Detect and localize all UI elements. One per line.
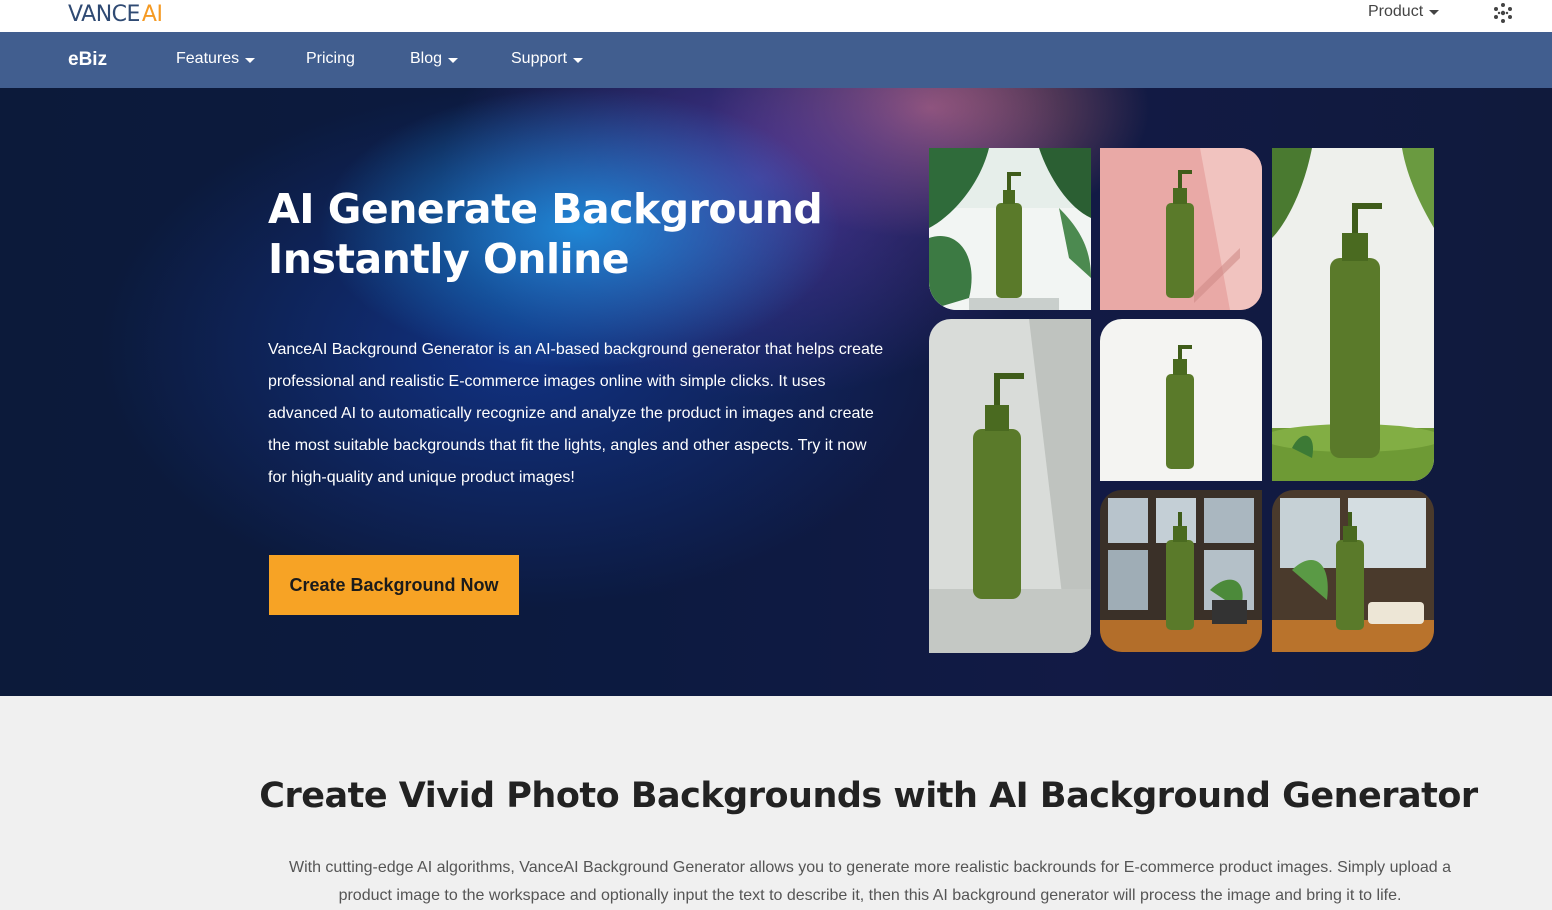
- hero-section: AI Generate Background Instantly Online …: [0, 88, 1552, 696]
- sample-image-grey: [929, 319, 1091, 653]
- chevron-down-icon: [573, 57, 584, 63]
- nav-support[interactable]: Support: [511, 50, 584, 68]
- vanceai-logo[interactable]: VANCE AI: [68, 0, 163, 28]
- nav-features-label: Features: [176, 50, 240, 67]
- sample-image-white: [1100, 319, 1262, 481]
- nav-blog[interactable]: Blog: [410, 50, 459, 68]
- chevron-down-icon: [1429, 9, 1440, 15]
- section-title: Create Vivid Photo Backgrounds with AI B…: [259, 776, 1478, 816]
- hero-title: AI Generate Background Instantly Online: [268, 184, 868, 284]
- nav-blog-label: Blog: [410, 50, 443, 67]
- hero-description: VanceAI Background Generator is an AI-ba…: [268, 341, 884, 486]
- sample-image-grass: [1272, 148, 1434, 481]
- ebiz-brand[interactable]: eBiz: [68, 49, 107, 71]
- logo-text: VANCE: [68, 1, 140, 27]
- sample-image-leaves: [929, 148, 1091, 310]
- create-background-button[interactable]: Create Background Now: [269, 555, 519, 615]
- logo-accent-text: AI: [141, 1, 163, 27]
- sample-image-pink: [1100, 148, 1262, 310]
- product-menu[interactable]: Product: [1368, 2, 1440, 22]
- chevron-down-icon: [448, 57, 459, 63]
- main-nav: eBiz Features Pricing Blog Support: [0, 32, 1552, 88]
- nav-pricing-label: Pricing: [306, 50, 355, 67]
- nav-support-label: Support: [511, 50, 568, 67]
- features-section: Create Vivid Photo Backgrounds with AI B…: [0, 696, 1552, 908]
- sample-image-towels: [1272, 490, 1434, 652]
- section-description: With cutting-edge AI algorithms, VanceAI…: [288, 859, 1452, 904]
- apps-grid-icon[interactable]: [1492, 2, 1514, 24]
- sample-image-window: [1100, 490, 1262, 652]
- top-bar: VANCE AI Product: [0, 0, 1552, 32]
- chevron-down-icon: [245, 57, 256, 63]
- product-menu-label: Product: [1368, 3, 1424, 20]
- nav-pricing[interactable]: Pricing: [306, 50, 355, 68]
- hero-title-line2: Instantly Online: [268, 235, 630, 283]
- nav-features[interactable]: Features: [176, 50, 256, 68]
- hero-title-line1: AI Generate Background: [268, 185, 823, 233]
